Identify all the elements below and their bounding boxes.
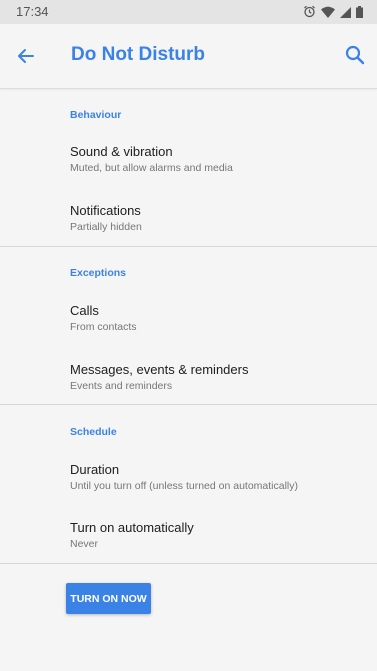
divider <box>0 246 377 247</box>
section-header-behaviour: Behaviour <box>70 109 122 121</box>
divider <box>0 404 377 405</box>
back-button[interactable] <box>14 44 38 68</box>
battery-icon <box>356 5 363 23</box>
app-bar: Do Not Disturb <box>0 24 377 89</box>
section-header-exceptions: Exceptions <box>70 267 127 279</box>
pref-summary: From contacts <box>70 321 137 333</box>
pref-title: Turn on automatically <box>70 520 194 535</box>
pref-summary: Partially hidden <box>70 221 142 233</box>
pref-title: Sound & vibration <box>70 144 173 159</box>
search-button[interactable] <box>343 43 367 67</box>
pref-title: Duration <box>70 462 120 477</box>
pref-calls[interactable]: Calls From contacts <box>0 293 377 343</box>
turn-on-now-button[interactable]: TURN ON NOW <box>66 583 151 614</box>
pref-summary: Never <box>70 538 99 550</box>
section-header-schedule: Schedule <box>70 426 117 438</box>
status-bar: 17:34 <box>0 0 377 24</box>
pref-sound-vibration[interactable]: Sound & vibration Muted, but allow alarm… <box>0 134 377 184</box>
pref-summary: Until you turn off (unless turned on aut… <box>70 480 299 492</box>
pref-duration[interactable]: Duration Until you turn off (unless turn… <box>0 452 377 502</box>
pref-turn-on-automatically[interactable]: Turn on automatically Never <box>0 510 377 560</box>
page-title: Do Not Disturb <box>71 44 206 65</box>
wifi-icon <box>321 5 335 23</box>
pref-title: Messages, events & reminders <box>70 362 249 377</box>
pref-title: Calls <box>70 303 99 318</box>
pref-title: Notifications <box>70 203 141 218</box>
divider <box>0 563 377 564</box>
status-time: 17:34 <box>16 4 49 19</box>
pref-summary: Muted, but allow alarms and media <box>70 162 233 174</box>
arrow-back-icon <box>14 49 38 72</box>
search-icon <box>343 45 367 71</box>
alarm-icon <box>303 5 316 23</box>
signal-icon <box>340 5 351 23</box>
pref-notifications[interactable]: Notifications Partially hidden <box>0 193 377 243</box>
status-icons <box>303 5 363 23</box>
pref-messages-events-reminders[interactable]: Messages, events & reminders Events and … <box>0 352 377 402</box>
pref-summary: Events and reminders <box>70 380 173 392</box>
